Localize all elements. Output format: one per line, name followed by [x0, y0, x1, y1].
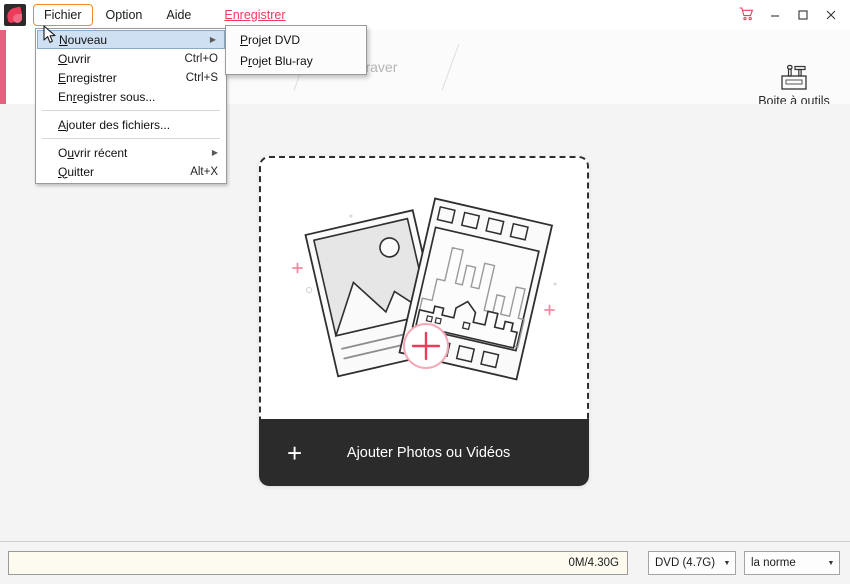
add-media-label: Ajouter Photos ou Vidéos	[346, 444, 511, 461]
menu-item-enregistrer-shortcut: Ctrl+S	[185, 71, 218, 84]
circle-plus-icon	[403, 323, 449, 369]
disc-type-value: DVD (4.7G)	[655, 557, 716, 569]
menu-item-nouveau[interactable]: NNouveauouveau ▶	[37, 30, 225, 49]
app-logo-icon	[4, 4, 26, 26]
close-button[interactable]	[818, 2, 844, 28]
menu-item-enregistrer[interactable]: Enregistrer Ctrl+S	[36, 68, 226, 87]
menu-item-quitter-shortcut: Alt+X	[190, 165, 218, 178]
nouveau-submenu: Projet DVD Projet Blu-ray	[225, 25, 367, 75]
photos-film-illustration	[292, 197, 557, 381]
disc-type-select[interactable]: DVD (4.7G) ▼	[648, 551, 736, 575]
menu-item-quitter[interactable]: Quitter Alt+X	[36, 162, 226, 181]
plus-icon: +	[287, 437, 303, 468]
menu-item-ouvrir-recent[interactable]: Ouvrir récent ▶	[36, 143, 226, 162]
menu-fichier[interactable]: Fichier	[33, 4, 93, 26]
add-media-button[interactable]: + Ajouter Photos ou Vidéos	[259, 419, 589, 486]
menu-item-ouvrir-shortcut: Ctrl+O	[184, 52, 218, 65]
minimize-button[interactable]	[762, 2, 788, 28]
menu-item-ouvrir[interactable]: Ouvrir Ctrl+O	[36, 49, 226, 68]
quality-value: la norme	[751, 557, 796, 569]
quality-select[interactable]: la norme ▼	[744, 551, 840, 575]
maximize-button[interactable]	[790, 2, 816, 28]
application-window: Fichier Option Aide Enregistrer Graver B…	[0, 0, 850, 584]
menu-separator	[42, 138, 220, 139]
shopping-cart-icon[interactable]	[739, 6, 754, 24]
media-dropzone[interactable]	[259, 156, 589, 419]
menu-aide[interactable]: Aide	[155, 4, 202, 26]
window-controls	[739, 2, 850, 28]
menu-separator	[42, 110, 220, 111]
submenu-arrow-icon: ▶	[209, 35, 216, 44]
menu-option[interactable]: Option	[95, 4, 154, 26]
toolbox-icon	[781, 64, 807, 90]
submenu-item-projet-bluray[interactable]: Projet Blu-ray	[226, 50, 366, 71]
menu-item-ajouter-fichiers[interactable]: Ajouter des fichiers...	[36, 115, 226, 134]
status-bar: 0M/4.30G DVD (4.7G) ▼ la norme ▼	[0, 541, 850, 584]
submenu-item-projet-dvd[interactable]: Projet DVD	[226, 29, 366, 50]
register-link[interactable]: Enregistrer	[213, 5, 296, 25]
add-media-card[interactable]: + Ajouter Photos ou Vidéos	[259, 156, 589, 486]
toolbox-button[interactable]: Boite à outils	[748, 62, 840, 108]
capacity-meter: 0M/4.30G	[8, 551, 628, 575]
capacity-label: 0M/4.30G	[568, 557, 620, 569]
menu-bar: Fichier Option Aide Enregistrer	[0, 0, 850, 31]
file-menu-popup: NNouveauouveau ▶ Ouvrir Ctrl+O Enregistr…	[35, 28, 227, 184]
left-rail	[0, 104, 6, 542]
menu-item-enregistrer-sous[interactable]: Enregistrer sous...	[36, 87, 226, 106]
submenu-arrow-icon: ▶	[211, 148, 218, 157]
chevron-down-icon: ▼	[723, 559, 731, 567]
chevron-down-icon: ▼	[827, 559, 835, 567]
